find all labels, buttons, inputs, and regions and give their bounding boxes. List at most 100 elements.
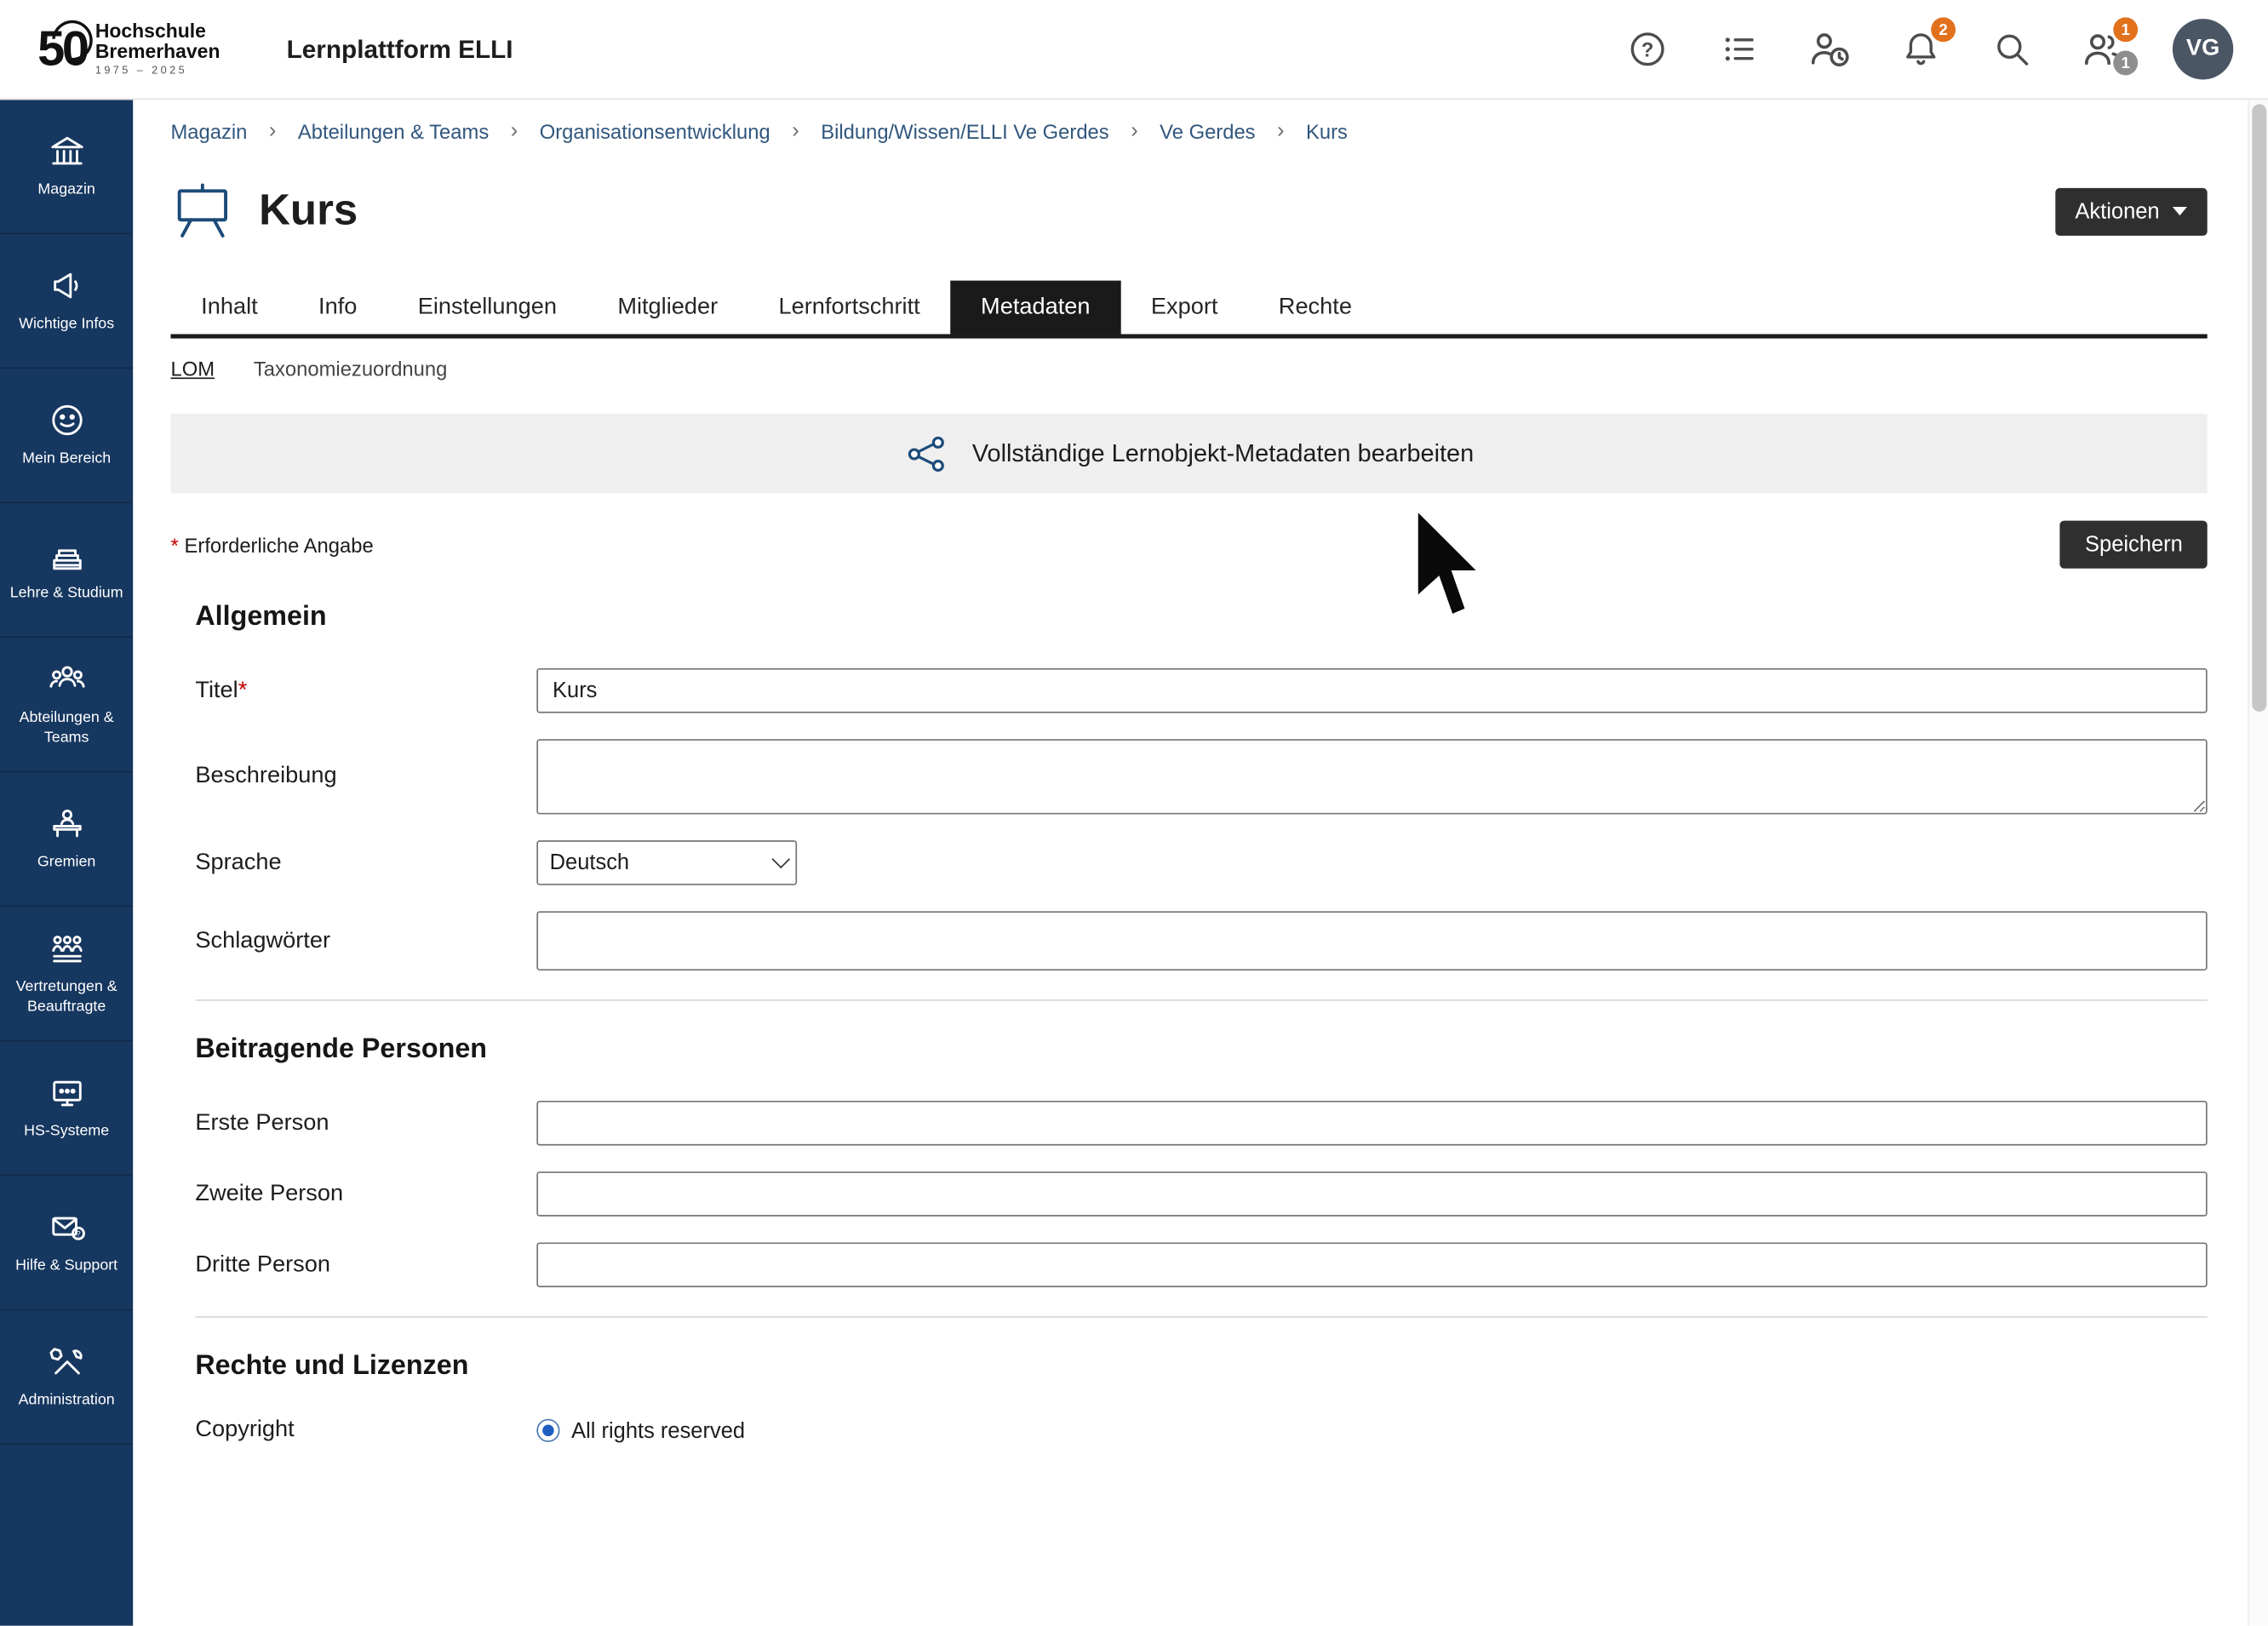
tab-export[interactable]: Export [1120,281,1248,335]
form-row-zweite-person: Zweite Person [195,1171,2207,1217]
tab-inhalt[interactable]: Inhalt [170,281,288,335]
page-title: Kurs [259,186,358,236]
breadcrumb-item-ve-gerdes[interactable]: Ve Gerdes [1160,119,1255,142]
breadcrumb: Magazin › Abteilungen & Teams › Organisa… [170,100,2207,157]
chevron-separator-icon: › [792,118,799,143]
erste-person-label: Erste Person [195,1110,536,1136]
rights-form: Copyright All rights reserved [195,1417,2207,1444]
titel-label: Titel* [195,678,536,704]
contributors-form: Erste Person Zweite Person Dritte Person [195,1101,2207,1318]
tab-rechte[interactable]: Rechte [1248,281,1383,335]
erste-person-input[interactable] [536,1101,2207,1146]
tab-bar: Inhalt Info Einstellungen Mitglieder Ler… [170,281,2207,339]
tab-info[interactable]: Info [288,281,387,335]
actions-button[interactable]: Aktionen [2055,187,2208,235]
section-divider [195,999,2207,1001]
sidebar-item-mein-bereich[interactable]: Mein Bereich [0,369,133,503]
form-row-dritte-person: Dritte Person [195,1242,2207,1287]
titel-input[interactable] [536,668,2207,713]
todo-list-icon[interactable] [1717,27,1761,71]
form-toolbar: *Erforderliche Angabe Speichern [170,521,2207,569]
zweite-person-input[interactable] [536,1171,2207,1217]
breadcrumb-item-abteilungen[interactable]: Abteilungen & Teams [298,119,489,142]
dritte-person-input[interactable] [536,1242,2207,1287]
logo-line-2: Bremerhaven [95,42,220,62]
notification-bell-icon[interactable]: 2 [1899,27,1943,71]
section-title-rechte-lizenzen: Rechte und Lizenzen [195,1351,2207,1383]
copyright-option-label: All rights reserved [571,1418,745,1443]
subtab-bar: LOM Taxonomiezuordnung [170,358,2207,381]
sidebar-item-gremien[interactable]: Gremien [0,772,133,907]
metadata-form: Titel* Beschreibung Sprache Deutsch [195,668,2207,1001]
section-divider [195,1316,2207,1318]
section-title-beitragende: Beitragende Personen [195,1034,2207,1066]
breadcrumb-item-kurs[interactable]: Kurs [1306,119,1348,142]
subtab-lom[interactable]: LOM [170,358,215,381]
breadcrumb-item-bildung-wissen[interactable]: Bildung/Wissen/ELLI Ve Gerdes [821,119,1108,142]
zweite-person-label: Zweite Person [195,1181,536,1207]
people-globe-icon [47,929,86,968]
books-icon [47,535,86,575]
sidebar-item-magazin[interactable]: Magazin [0,100,133,234]
tab-mitglieder[interactable]: Mitglieder [587,281,748,335]
page-title-row: Kurs Aktionen [170,180,2207,241]
search-icon[interactable] [1990,27,2034,71]
sidebar-item-abteilungen-teams[interactable]: Abteilungen & Teams [0,638,133,772]
smiley-icon [47,401,86,440]
sidebar-item-administration[interactable]: Administration [0,1310,133,1445]
schlagwoerter-label: Schlagwörter [195,928,536,954]
tab-einstellungen[interactable]: Einstellungen [387,281,587,335]
breadcrumb-item-organisationsentwicklung[interactable]: Organisationsentwicklung [540,119,770,142]
required-asterisk: * [170,533,178,556]
edit-full-metadata-link[interactable]: Vollständige Lernobjekt-Metadaten bearbe… [972,439,1474,468]
logo-years: 1975 – 2025 [95,66,220,77]
user-clock-icon[interactable] [1808,27,1852,71]
form-row-erste-person: Erste Person [195,1101,2207,1146]
chevron-separator-icon: › [1277,118,1284,143]
sidebar-item-hilfe-support[interactable]: ? Hilfe & Support [0,1176,133,1310]
form-row-copyright: Copyright All rights reserved [195,1417,2207,1444]
tools-icon [47,1343,86,1382]
form-row-beschreibung: Beschreibung [195,739,2207,814]
tab-metadaten[interactable]: Metadaten [950,281,1120,335]
chevron-separator-icon: › [511,118,518,143]
help-icon[interactable]: ? [1626,27,1670,71]
required-note: *Erforderliche Angabe [170,533,373,556]
sidebar-item-lehre-studium[interactable]: Lehre & Studium [0,503,133,638]
logo-50-mark: 50 [37,25,86,74]
sidebar-item-vertretungen[interactable]: Vertretungen & Beauftragte [0,907,133,1041]
people-group-icon [47,660,86,699]
section-title-allgemein: Allgemein [195,602,2207,633]
sprache-select[interactable]: Deutsch [536,840,797,885]
vertical-scrollbar[interactable] [2248,100,2268,1625]
breadcrumb-item-magazin[interactable]: Magazin [170,119,247,142]
sidebar-item-hs-systeme[interactable]: HS-Systeme [0,1041,133,1176]
schlagwoerter-input[interactable] [536,911,2207,970]
scrollbar-thumb[interactable] [2252,104,2266,712]
sidebar-item-wichtige-infos[interactable]: Wichtige Infos [0,234,133,369]
chevron-separator-icon: › [269,118,276,143]
megaphone-icon [47,266,86,306]
share-nodes-icon [904,430,950,476]
dritte-person-label: Dritte Person [195,1251,536,1278]
copyright-radio-all-rights-reserved[interactable] [536,1419,559,1442]
copyright-label: Copyright [195,1417,536,1444]
contacts-icon[interactable]: 1 1 [2082,27,2125,71]
form-row-sprache: Sprache Deutsch [195,840,2207,885]
top-header: 50 Hochschule Bremerhaven 1975 – 2025 Le… [0,0,2268,100]
subtab-taxonomiezuordnung[interactable]: Taxonomiezuordnung [254,358,447,381]
course-board-icon [170,180,234,241]
save-button[interactable]: Speichern [2060,521,2208,569]
bell-badge: 2 [1931,17,1956,42]
beschreibung-textarea[interactable] [536,739,2207,814]
app-title: Lernplattform ELLI [287,34,513,65]
bank-building-icon [47,132,86,171]
tab-lernfortschritt[interactable]: Lernfortschritt [748,281,951,335]
committee-icon [47,804,86,844]
svg-text:?: ? [75,1230,79,1240]
logo-text: Hochschule Bremerhaven 1975 – 2025 [95,21,220,77]
user-avatar[interactable]: VG [2173,19,2233,79]
university-logo[interactable]: 50 Hochschule Bremerhaven 1975 – 2025 [37,21,220,77]
monitor-icon [47,1074,86,1113]
edit-full-metadata-banner[interactable]: Vollständige Lernobjekt-Metadaten bearbe… [170,414,2207,493]
